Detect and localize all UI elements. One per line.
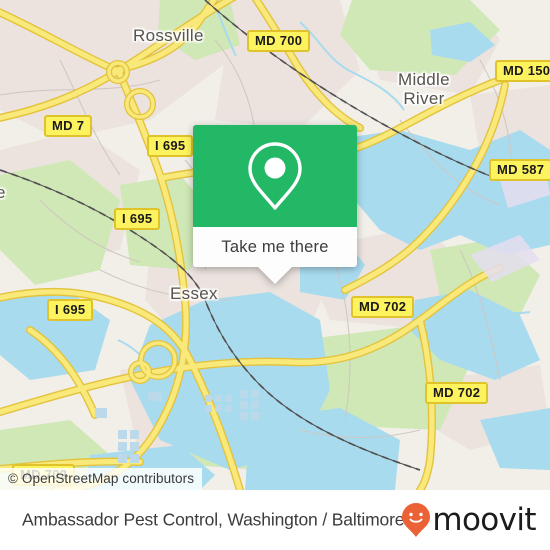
moovit-map-screenshot: Rossville Middle River Essex e MD 700 MD … [0,0,550,550]
road-shield-i695-b: I 695 [114,208,161,230]
popup-action-bar[interactable]: Take me there [193,227,357,267]
take-me-there-label: Take me there [221,237,329,256]
map-pin-icon [248,142,302,210]
place-label-essex: Essex [170,284,218,303]
osm-attribution[interactable]: © OpenStreetMap contributors [0,468,203,490]
map-canvas[interactable]: Rossville Middle River Essex e MD 700 MD … [0,0,550,490]
place-label-middle-river: Middle River [398,70,450,108]
road-shield-i695-a: I 695 [147,135,194,157]
bottom-bar: Ambassador Pest Control, Washington / Ba… [0,490,550,550]
road-shield-md702-b: MD 702 [425,382,489,404]
place-label-rossville: Rossville [133,26,204,45]
moovit-wordmark: moovit [432,501,536,538]
road-shield-md702-a: MD 702 [351,296,415,318]
road-shield-md7: MD 7 [44,115,93,137]
popup-pointer [258,267,292,284]
popup-icon-area [193,125,357,227]
location-popup[interactable]: Take me there [193,125,357,284]
location-title: Ambassador Pest Control, Washington / Ba… [22,509,405,530]
road-shield-md587: MD 587 [489,159,550,181]
road-shield-i695-c: I 695 [47,299,94,321]
place-label-truncated-left: e [0,183,6,202]
moovit-logo[interactable]: moovit [401,501,537,538]
road-shield-md150: MD 150 [495,60,550,82]
road-shield-md700: MD 700 [247,30,311,52]
moovit-pin-icon [402,503,431,537]
